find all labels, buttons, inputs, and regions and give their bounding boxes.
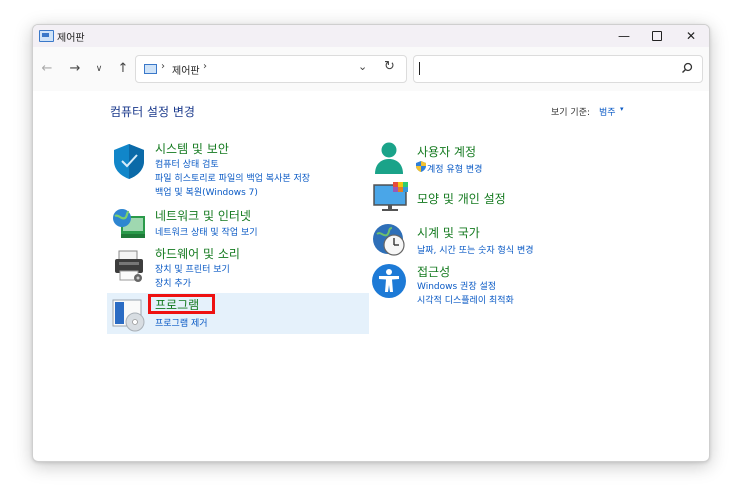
chevron-down-icon[interactable]: ▾ [620,105,624,113]
control-panel-window: 제어판 — ✕ ← → ∨ ↑ › 제어판 › ⌄ ↻ 컴퓨터 설정 변경 보기… [32,24,710,462]
link-devices-printers[interactable]: 장치 및 프린터 보기 [155,262,230,275]
link-add-device[interactable]: 장치 추가 [155,276,191,289]
control-panel-icon [39,30,54,42]
programs-disc-icon[interactable] [111,298,147,332]
address-bar[interactable]: › 제어판 › ⌄ ↻ [135,55,407,83]
category-ease-of-access[interactable]: 접근성 [417,263,450,280]
control-panel-icon [144,64,157,74]
close-button[interactable]: ✕ [674,25,708,47]
title-bar: 제어판 — ✕ [33,25,709,47]
uac-shield-icon [416,161,426,172]
search-icon[interactable] [680,61,694,75]
link-change-date-time-number-formats[interactable]: 날짜, 시간 또는 숫자 형식 변경 [417,243,534,256]
appearance-monitor-icon[interactable] [371,182,409,214]
address-dropdown-button[interactable]: ⌄ [358,60,367,73]
text-cursor [419,62,420,75]
view-by-label: 보기 기준: [551,108,591,118]
category-clock-region[interactable]: 시계 및 국가 [417,224,480,241]
link-review-computer-status[interactable]: 컴퓨터 상태 검토 [155,157,219,170]
recent-locations-button[interactable]: ∨ [89,59,109,79]
navigation-bar: ← → ∨ ↑ › 제어판 › ⌄ ↻ [33,47,709,91]
accessibility-icon[interactable] [371,263,407,299]
page-title: 컴퓨터 설정 변경 [110,105,195,119]
maximize-button[interactable] [640,25,674,47]
breadcrumb-separator[interactable]: › [203,61,207,72]
clock-region-icon[interactable] [371,222,407,258]
red-highlight-box [148,294,215,314]
search-input[interactable] [413,55,703,83]
forward-button[interactable]: → [65,59,85,79]
category-hardware-sound[interactable]: 하드웨어 및 소리 [155,245,240,262]
link-windows-recommended-settings[interactable]: Windows 권장 설정 [417,279,496,292]
link-uninstall-program[interactable]: 프로그램 제거 [155,316,208,329]
link-file-history-backup[interactable]: 파일 히스토리로 파일의 백업 복사본 저장 [155,171,310,184]
system-security-shield-icon[interactable] [111,142,147,180]
category-appearance-personalization[interactable]: 모양 및 개인 설정 [417,190,506,207]
breadcrumb-separator: › [161,61,165,72]
link-backup-restore[interactable]: 백업 및 복원(Windows 7) [155,185,258,198]
window-title: 제어판 [57,33,85,44]
category-network-internet[interactable]: 네트워크 및 인터넷 [155,207,251,224]
link-network-status[interactable]: 네트워크 상태 및 작업 보기 [155,225,258,238]
category-user-accounts[interactable]: 사용자 계정 [417,143,476,160]
network-globe-icon[interactable] [111,206,147,240]
link-change-account-type[interactable]: 계정 유형 변경 [427,162,482,175]
view-by-dropdown[interactable]: 범주 [599,105,616,118]
breadcrumb-control-panel[interactable]: 제어판 [172,62,200,77]
printer-icon[interactable] [111,249,147,283]
maximize-icon [652,30,662,41]
refresh-button[interactable]: ↻ [384,59,395,74]
up-button[interactable]: ↑ [113,59,133,79]
minimize-button[interactable]: — [607,25,641,47]
back-button[interactable]: ← [37,59,57,79]
link-optimize-visual-display[interactable]: 시각적 디스플레이 최적화 [417,293,514,306]
category-system-security[interactable]: 시스템 및 보안 [155,140,229,157]
user-accounts-icon[interactable] [371,140,407,176]
